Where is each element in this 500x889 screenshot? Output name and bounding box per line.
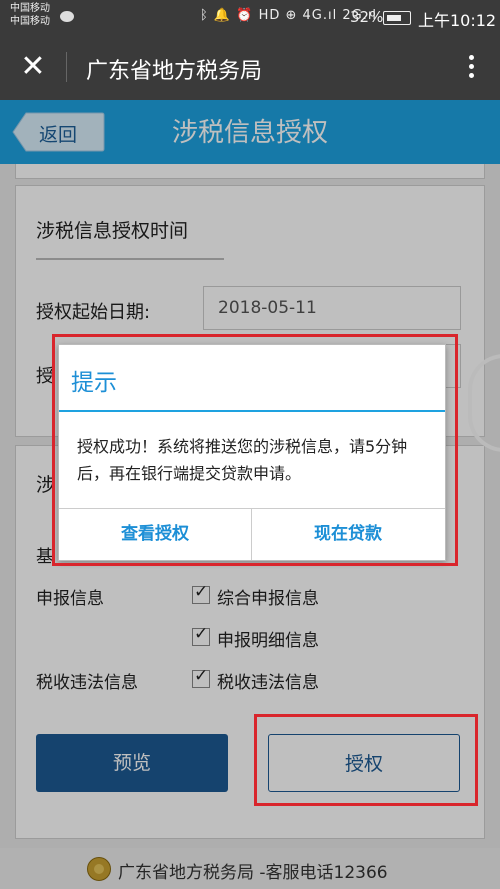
status-bar: 中国移动 中国移动 ᛒ 🔔 ⏰ HD ⊕ 4G.ıl 2G.ıl 32% 上午1… xyxy=(0,0,500,34)
app-titlebar: ✕ 广东省地方税务局 xyxy=(0,34,500,100)
carrier-2: 中国移动 xyxy=(10,16,50,27)
title-divider xyxy=(66,52,67,82)
authorize-highlight-box xyxy=(254,714,478,806)
battery-percent: 32% xyxy=(350,8,384,26)
wechat-icon xyxy=(60,11,74,22)
dialog-highlight-box xyxy=(52,334,458,566)
battery-icon xyxy=(383,11,411,25)
clock: 上午10:12 xyxy=(418,11,497,30)
carrier-1: 中国移动 xyxy=(10,3,50,14)
carrier-info: 中国移动 中国移动 xyxy=(10,2,50,28)
more-menu-icon[interactable] xyxy=(466,52,476,84)
close-icon[interactable]: ✕ xyxy=(18,52,48,82)
app-title: 广东省地方税务局 xyxy=(86,59,263,84)
